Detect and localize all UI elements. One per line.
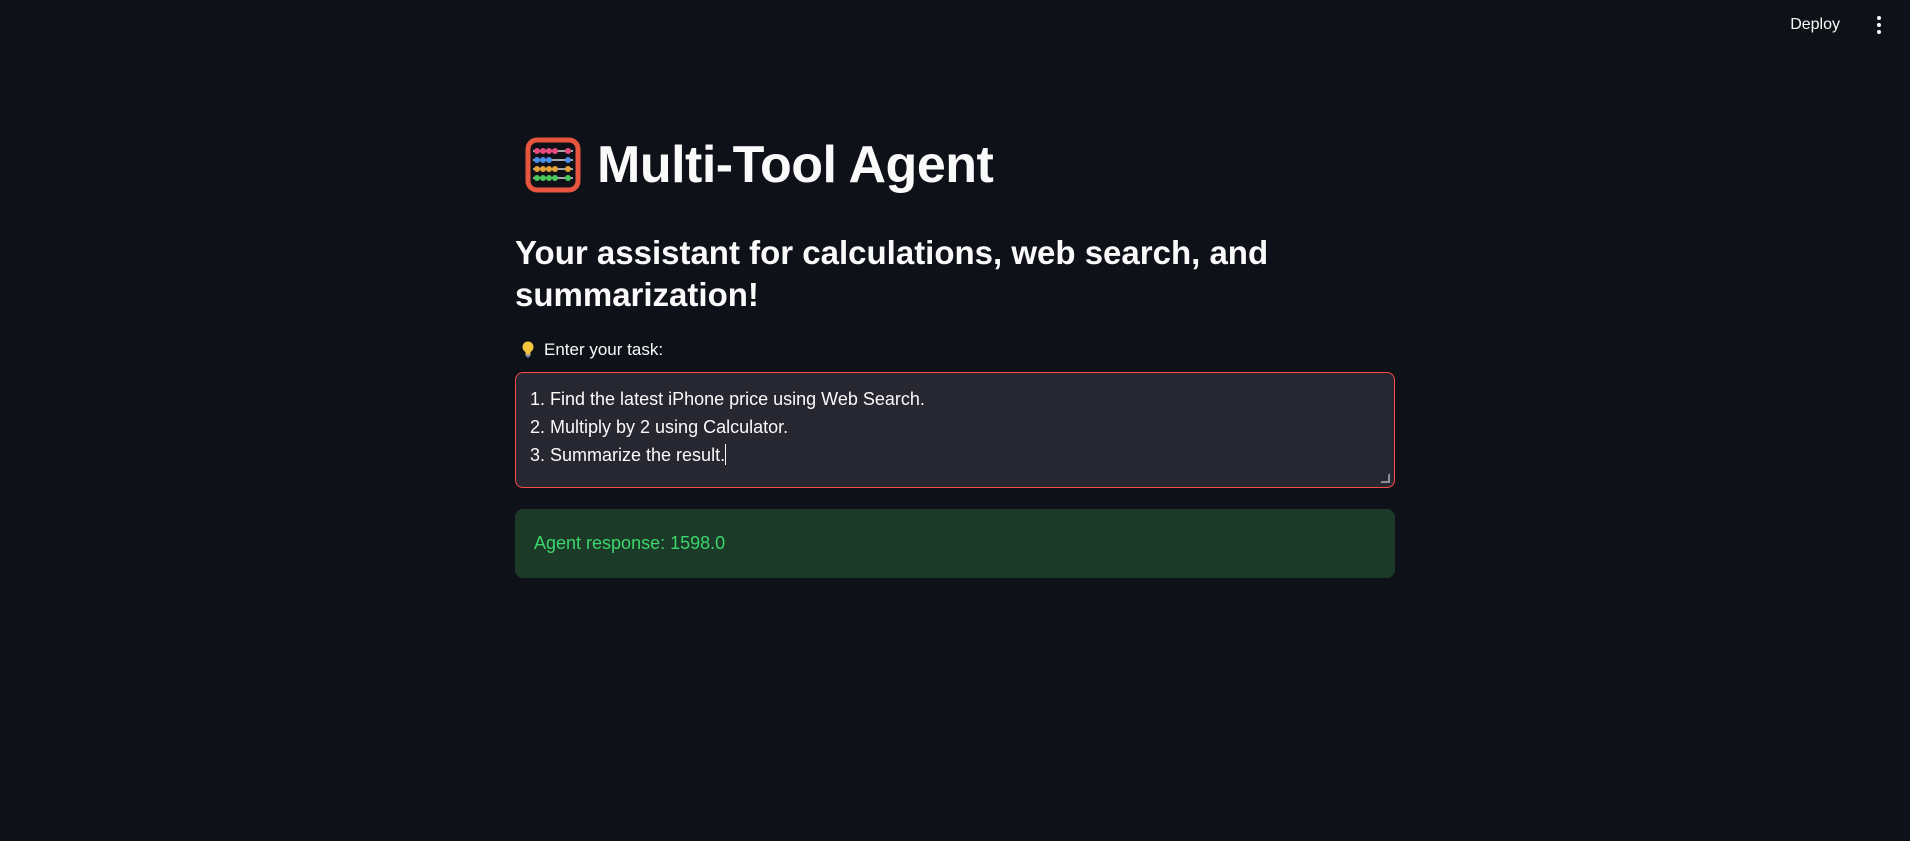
page-title: Multi-Tool Agent: [597, 136, 994, 194]
text-caret: [725, 444, 727, 465]
task-field-label: Enter your task:: [518, 340, 663, 360]
task-line-3-text: 3. Summarize the result.: [530, 445, 726, 465]
resize-handle-icon[interactable]: [1380, 473, 1390, 483]
page-subtitle: Your assistant for calculations, web sea…: [515, 234, 1269, 313]
agent-response-text: Agent response: 1598.0: [534, 533, 726, 553]
agent-response-alert: Agent response: 1598.0: [515, 509, 1395, 578]
task-line-1: 1. Find the latest iPhone price using We…: [530, 389, 925, 409]
deploy-button[interactable]: Deploy: [1786, 13, 1844, 37]
lightbulb-icon: [522, 341, 534, 358]
task-textarea[interactable]: 1. Find the latest iPhone price using We…: [515, 372, 1395, 488]
task-field-label-text: Enter your task:: [544, 340, 664, 359]
abacus-icon: [525, 137, 581, 193]
task-line-2: 2. Multiply by 2 using Calculator.: [530, 417, 789, 437]
title-row: Multi-Tool Agent: [515, 130, 994, 200]
task-line-3: 3. Summarize the result.: [530, 441, 1380, 469]
vertical-dots-icon[interactable]: [1872, 12, 1886, 38]
top-bar: Deploy: [0, 0, 1910, 50]
